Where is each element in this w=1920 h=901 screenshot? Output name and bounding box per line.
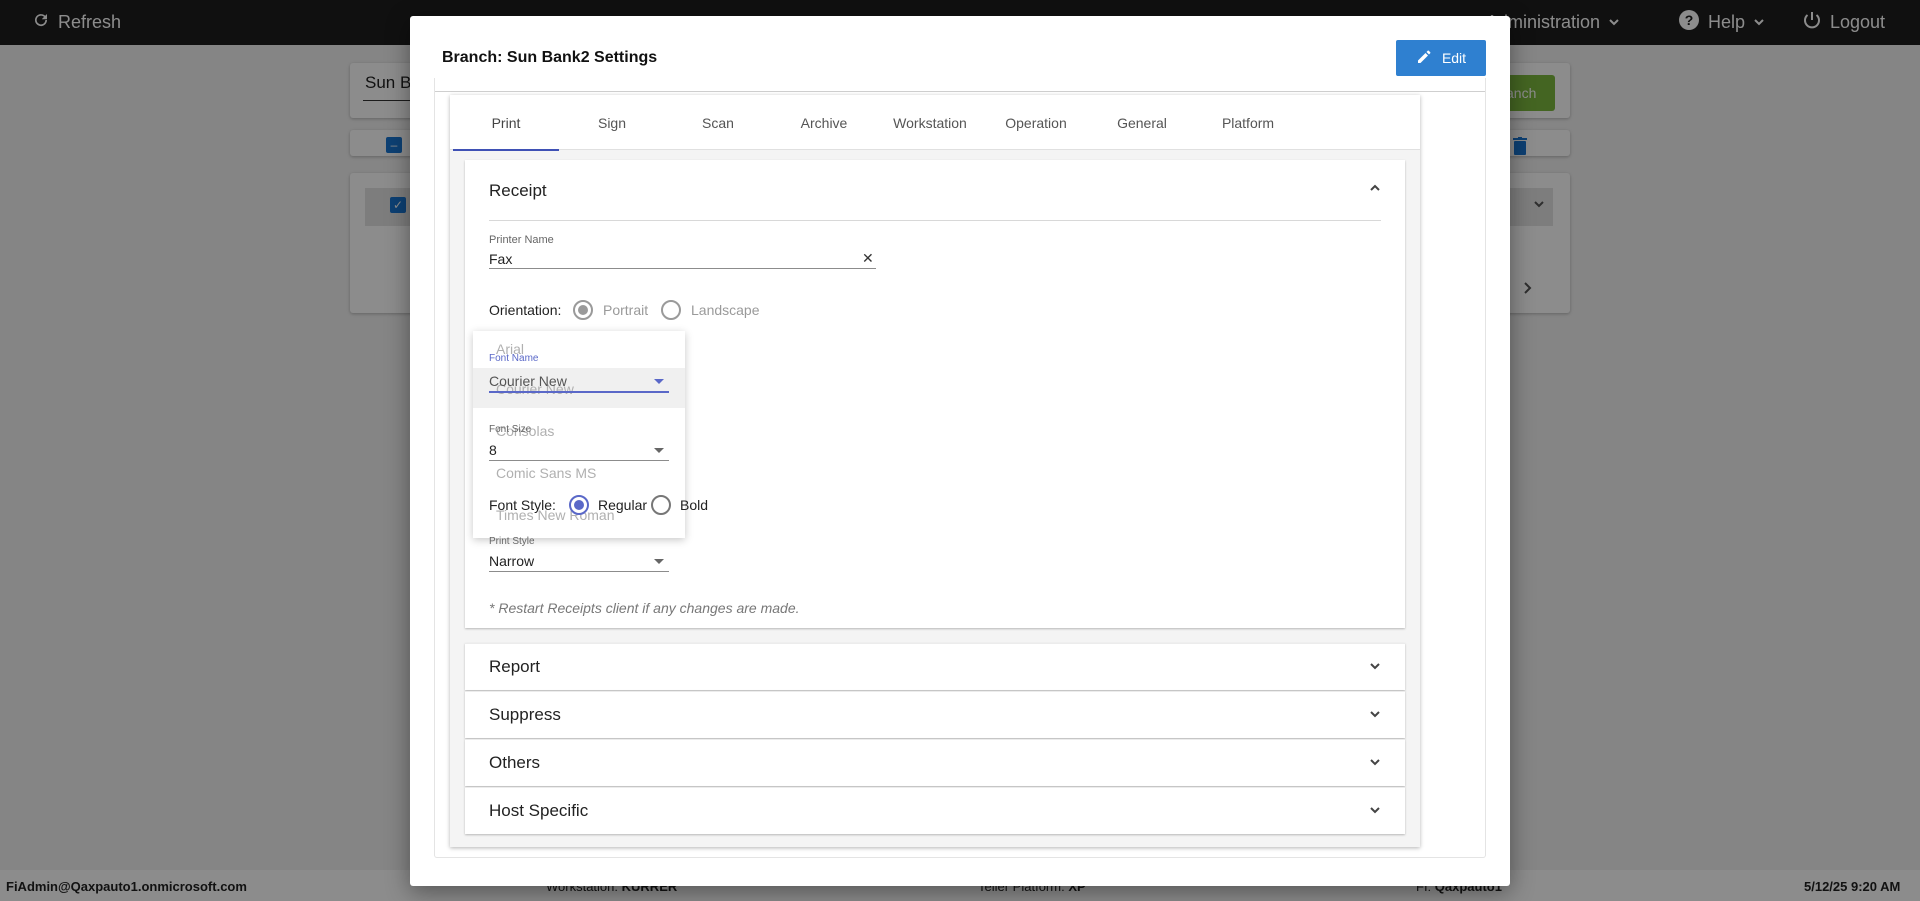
receipt-divider (489, 220, 1381, 221)
edit-button[interactable]: Edit (1396, 40, 1486, 76)
others-panel-title: Others (489, 753, 541, 772)
tab-sign[interactable]: Sign (559, 95, 665, 150)
print-style-select[interactable]: Narrow (489, 553, 534, 569)
font-size-underline (489, 460, 669, 461)
printer-name-underline (489, 268, 876, 269)
dropdown-arrow-icon[interactable] (654, 448, 664, 453)
chevron-up-icon[interactable] (1369, 182, 1381, 197)
report-panel[interactable]: Report (465, 643, 1405, 690)
landscape-label: Landscape (691, 302, 760, 318)
host-specific-panel[interactable]: Host Specific (465, 787, 1405, 834)
font-option-comic-sans[interactable]: Comic Sans MS (496, 465, 596, 481)
font-size-select[interactable]: 8 (489, 442, 497, 458)
tab-operation[interactable]: Operation (983, 95, 1089, 150)
receipt-panel: Receipt Printer Name Fax ✕ Orientation: … (465, 160, 1405, 628)
modal-title: Branch: Sun Bank2 Settings (442, 49, 658, 66)
settings-tabs: Print Sign Scan Archive Workstation Oper… (450, 95, 1420, 151)
font-size-label: Font Size (489, 424, 532, 435)
font-style-label: Font Style: (489, 497, 556, 513)
others-panel[interactable]: Others (465, 739, 1405, 786)
chevron-down-icon[interactable] (1369, 708, 1381, 723)
tab-platform[interactable]: Platform (1195, 95, 1301, 150)
tab-scan[interactable]: Scan (665, 95, 771, 150)
edit-label: Edit (1441, 50, 1467, 66)
branch-settings-modal: Branch: Sun Bank2 Settings Edit Print Si… (410, 16, 1510, 886)
font-name-underline (489, 391, 669, 393)
settings-card: Print Sign Scan Archive Workstation Oper… (450, 95, 1420, 847)
pencil-icon (1416, 49, 1432, 68)
regular-radio[interactable] (569, 495, 589, 515)
host-specific-panel-title: Host Specific (489, 801, 589, 820)
chevron-down-icon[interactable] (1369, 804, 1381, 819)
portrait-radio[interactable] (573, 300, 593, 320)
suppress-panel-title: Suppress (489, 705, 561, 724)
dropdown-arrow-icon[interactable] (654, 559, 664, 564)
dropdown-arrow-icon[interactable] (654, 379, 664, 384)
portrait-label: Portrait (603, 302, 649, 318)
print-style-label: Print Style (489, 536, 535, 547)
landscape-radio[interactable] (661, 300, 681, 320)
font-name-label: Font Name (489, 353, 539, 364)
tab-print[interactable]: Print (453, 95, 559, 151)
tab-general[interactable]: General (1089, 95, 1195, 150)
regular-label: Regular (598, 497, 648, 513)
bold-radio[interactable] (651, 495, 671, 515)
suppress-panel[interactable]: Suppress (465, 691, 1405, 738)
receipt-panel-title[interactable]: Receipt (489, 181, 547, 201)
bold-label: Bold (680, 497, 709, 513)
restart-note: * Restart Receipts client if any changes… (489, 600, 800, 616)
chevron-down-icon[interactable] (1369, 756, 1381, 771)
clear-icon[interactable]: ✕ (862, 250, 874, 267)
report-panel-title: Report (489, 657, 541, 676)
tab-workstation[interactable]: Workstation (877, 95, 983, 150)
print-style-underline (489, 571, 669, 572)
orientation-label: Orientation: (489, 302, 562, 318)
chevron-down-icon[interactable] (1369, 660, 1381, 675)
font-name-select[interactable]: Courier New (489, 373, 567, 389)
printer-name-input[interactable]: Fax (489, 251, 512, 267)
printer-name-label: Printer Name (489, 234, 554, 246)
tab-archive[interactable]: Archive (771, 95, 877, 150)
